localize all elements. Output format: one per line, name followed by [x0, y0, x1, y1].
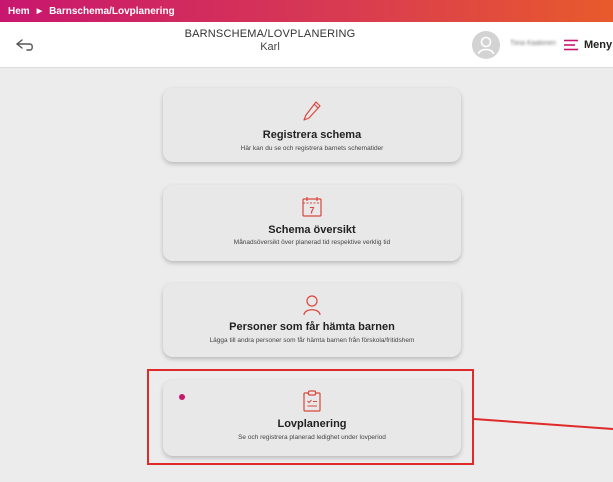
card-registrera-schema[interactable]: Registrera schema Här kan du se och regi…: [163, 88, 461, 162]
card-description: Månadsöversikt över planerad tid respekt…: [233, 239, 391, 246]
highlight-box: [147, 369, 474, 465]
hamburger-icon: [564, 39, 578, 51]
calendar-day-number: 7: [309, 206, 314, 216]
breadcrumb: Hem ▶ Barnschema/Lovplanering: [0, 0, 613, 22]
menu-label: Meny: [584, 39, 613, 51]
page-header: BARNSCHEMA/LOVPLANERING Karl Tiina Kaaki…: [0, 22, 613, 68]
child-name: Karl: [260, 41, 280, 53]
breadcrumb-current: Barnschema/Lovplanering: [49, 5, 175, 17]
breadcrumb-home-link[interactable]: Hem: [8, 6, 30, 17]
back-arrow-icon: [16, 39, 33, 51]
card-title: Personer som får hämta barnen: [229, 321, 395, 333]
breadcrumb-separator-icon: ▶: [36, 8, 43, 15]
page-title: BARNSCHEMA/LOVPLANERING: [184, 28, 356, 40]
title-block: BARNSCHEMA/LOVPLANERING Karl: [140, 28, 400, 53]
calendar-icon: 7: [302, 197, 322, 217]
card-description: Här kan du se och registrera barnets sch…: [240, 145, 384, 152]
card-title: Schema översikt: [268, 224, 356, 236]
person-icon: [303, 295, 321, 316]
card-schema-oversikt[interactable]: 7 Schema översikt Månadsöversikt över pl…: [163, 185, 461, 261]
card-description: Lägga till andra personer som får hämta …: [209, 337, 415, 344]
back-button[interactable]: [14, 34, 38, 56]
avatar[interactable]: [472, 31, 500, 59]
pencil-icon: [303, 101, 321, 121]
user-name[interactable]: Tiina Kaakinen: [510, 38, 562, 49]
user-icon: [477, 36, 495, 55]
menu-button[interactable]: Meny: [564, 34, 612, 56]
card-title: Registrera schema: [262, 129, 362, 141]
card-personer-hamta[interactable]: Personer som får hämta barnen Lägga till…: [163, 283, 461, 357]
